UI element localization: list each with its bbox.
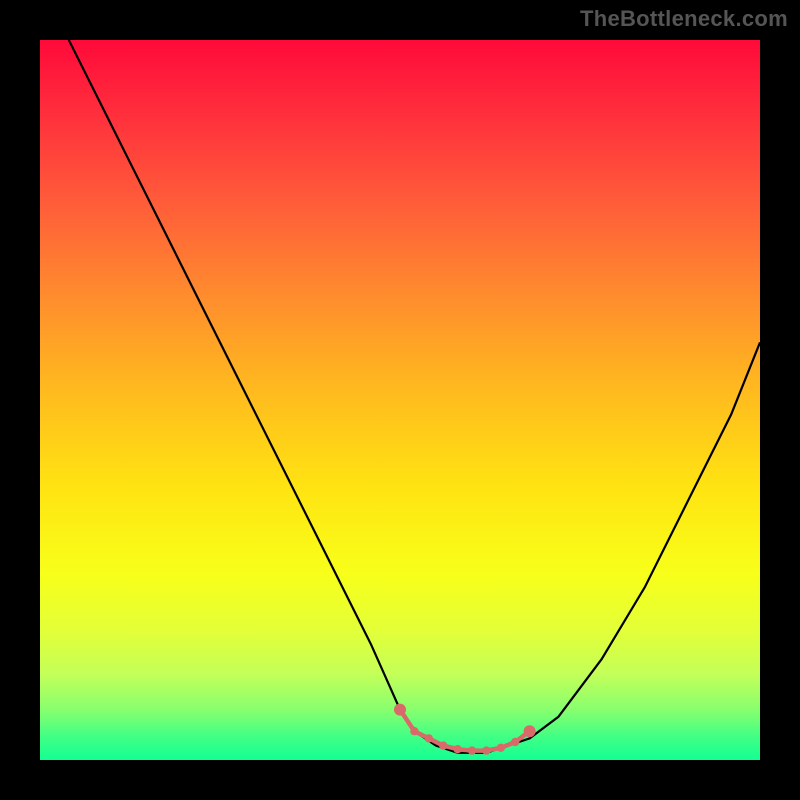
optimal-dot bbox=[482, 746, 490, 754]
optimal-connector bbox=[400, 710, 530, 751]
optimal-dot bbox=[453, 745, 461, 753]
optimal-dot bbox=[511, 738, 519, 746]
optimal-dot bbox=[468, 746, 476, 754]
bottleneck-curve bbox=[69, 40, 760, 753]
plot-area bbox=[40, 40, 760, 760]
optimal-dot bbox=[497, 744, 505, 752]
optimal-dot bbox=[439, 741, 447, 749]
chart-frame: TheBottleneck.com bbox=[0, 0, 800, 800]
chart-svg bbox=[40, 40, 760, 760]
optimal-dot bbox=[524, 725, 536, 737]
optimal-dot bbox=[410, 727, 418, 735]
optimal-dots-group bbox=[394, 704, 536, 755]
watermark-text: TheBottleneck.com bbox=[580, 6, 788, 32]
optimal-dot bbox=[394, 704, 406, 716]
optimal-dot bbox=[425, 734, 433, 742]
